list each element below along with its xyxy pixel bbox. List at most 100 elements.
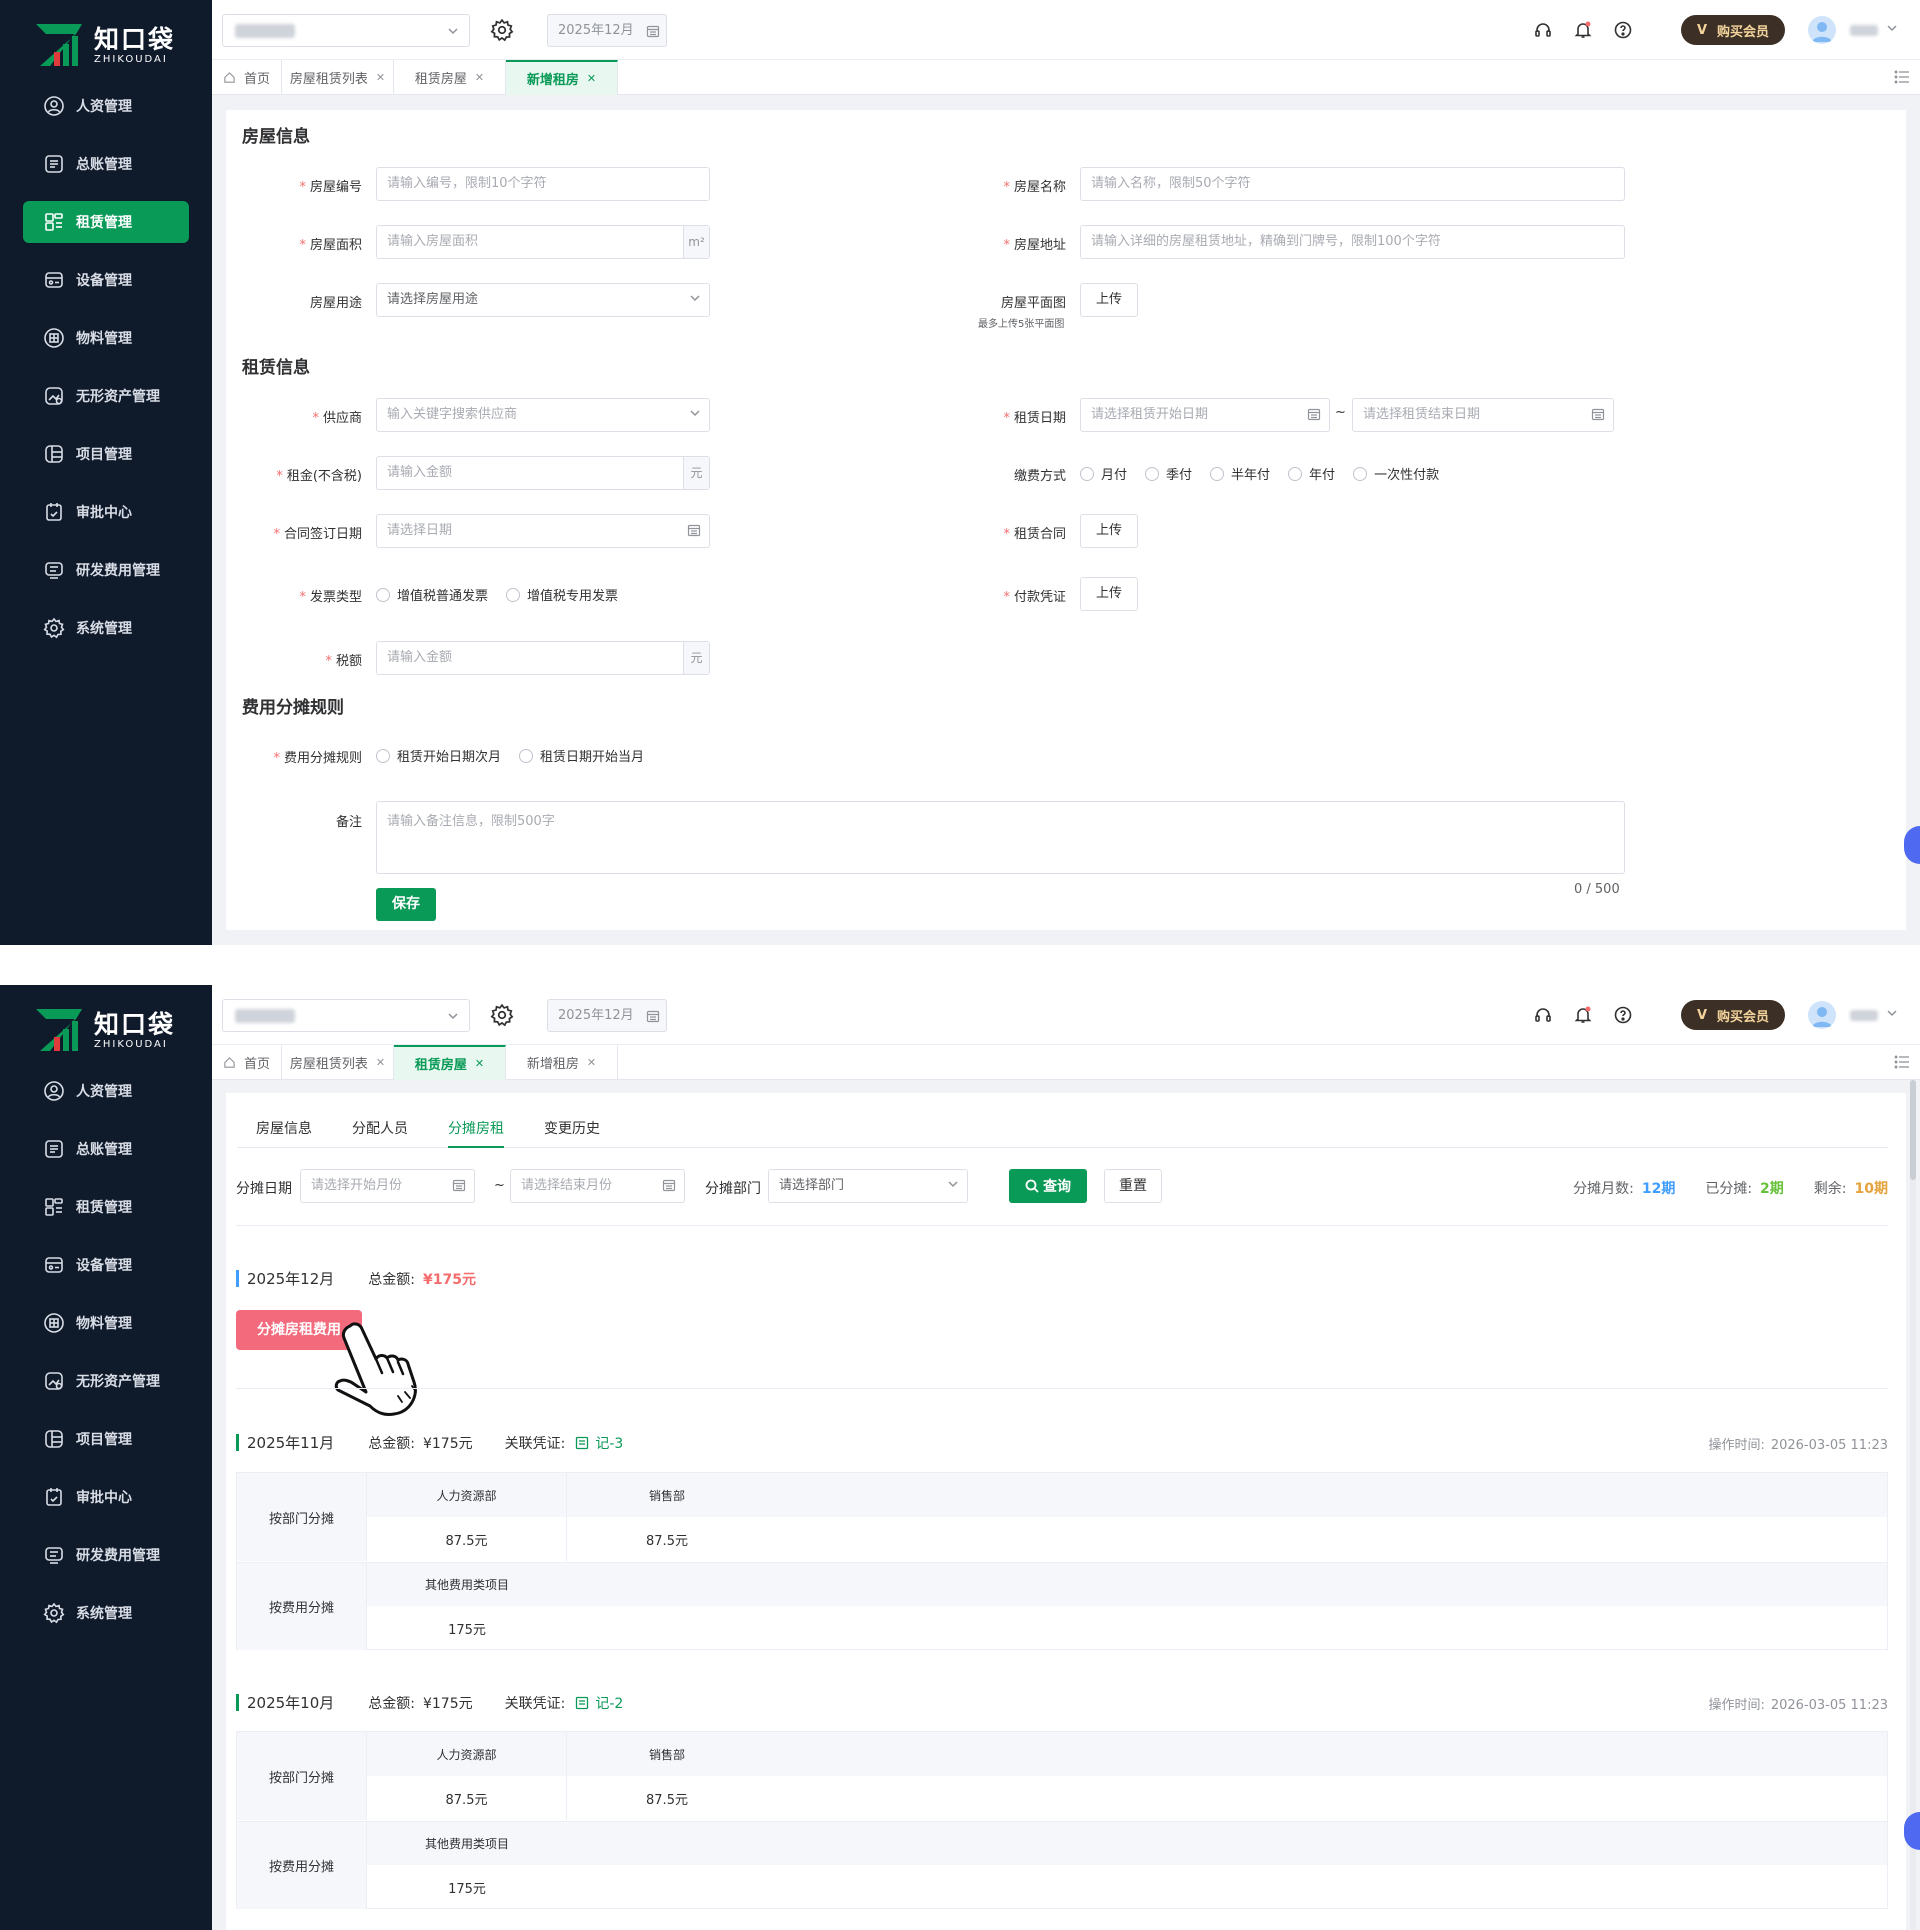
user-name-blurred[interactable]	[1850, 1010, 1878, 1021]
save-button[interactable]: 保存	[376, 888, 436, 921]
radio-special-invoice[interactable]: 增值税专用发票	[506, 585, 618, 604]
house-no-input[interactable]: 请输入编号，限制10个字符	[376, 167, 710, 201]
subtab-assign-staff[interactable]: 分配人员	[352, 1110, 408, 1148]
close-icon[interactable]: ✕	[376, 1056, 385, 1069]
radio-one-time[interactable]: 一次性付款	[1353, 464, 1439, 483]
list-menu-icon[interactable]	[1894, 1055, 1910, 1069]
radio-monthly[interactable]: 月付	[1080, 464, 1127, 483]
chevron-down-icon[interactable]	[1886, 22, 1898, 34]
tab-rental-house[interactable]: 租赁房屋 ✕	[394, 1045, 506, 1080]
subtab-house-info[interactable]: 房屋信息	[256, 1110, 312, 1148]
sidebar-item-material[interactable]: 物料管理	[23, 1302, 189, 1344]
sidebar-item-hr[interactable]: 人资管理	[23, 85, 189, 127]
house-name-input[interactable]: 请输入名称，限制50个字符	[1080, 167, 1625, 201]
sidebar-item-approval[interactable]: 审批中心	[23, 491, 189, 533]
sidebar-item-project[interactable]: 项目管理	[23, 433, 189, 475]
scrollbar-track[interactable]	[1910, 1080, 1916, 1930]
chat-float-button[interactable]	[1904, 826, 1920, 864]
radio-half-year[interactable]: 半年付	[1210, 464, 1270, 483]
lease-start-date-input[interactable]: 请选择租赁开始日期	[1080, 398, 1330, 432]
reset-button[interactable]: 重置	[1104, 1169, 1162, 1203]
sidebar-item-device[interactable]: 设备管理	[23, 1244, 189, 1286]
sidebar-item-system[interactable]: 系统管理	[23, 607, 189, 649]
sidebar-item-project[interactable]: 项目管理	[23, 1418, 189, 1460]
pay-voucher-upload-button[interactable]: 上传	[1080, 577, 1138, 611]
sidebar-item-rd[interactable]: 研发费用管理	[23, 1534, 189, 1576]
close-icon[interactable]: ✕	[587, 1056, 596, 1069]
sidebar-item-system[interactable]: 系统管理	[23, 1592, 189, 1634]
supplier-select[interactable]: 输入关键字搜索供应商	[376, 398, 710, 432]
settings-gear-icon[interactable]	[490, 18, 514, 42]
alloc-dept-select[interactable]: 请选择部门	[768, 1169, 968, 1203]
top-icons	[1531, 1003, 1635, 1027]
sidebar-item-hr[interactable]: 人资管理	[23, 1070, 189, 1112]
bell-icon[interactable]	[1571, 18, 1595, 42]
table-row: 其他费用类项目	[367, 1562, 1887, 1606]
tab-rental-list[interactable]: 房屋租赁列表 ✕	[282, 1045, 394, 1080]
sidebar-item-ledger[interactable]: 总账管理	[23, 1128, 189, 1170]
help-icon[interactable]	[1611, 1003, 1635, 1027]
sidebar-item-approval[interactable]: 审批中心	[23, 1476, 189, 1518]
user-name-blurred[interactable]	[1850, 25, 1878, 36]
scrollbar-thumb[interactable]	[1910, 1080, 1916, 1180]
remark-textarea[interactable]: 请输入备注信息，限制500字	[376, 801, 1625, 874]
close-icon[interactable]: ✕	[475, 71, 484, 84]
close-icon[interactable]: ✕	[587, 72, 596, 85]
subtab-change-history[interactable]: 变更历史	[544, 1110, 600, 1148]
sidebar-item-device[interactable]: 设备管理	[23, 259, 189, 301]
logo: 知口袋 ZHIKOUDAI	[36, 1005, 175, 1055]
placeholder: 请输入编号，限制10个字符	[387, 176, 547, 191]
alloc-start-month-input[interactable]: 请选择开始月份	[300, 1169, 475, 1203]
tax-label: * 税额	[325, 654, 362, 669]
sidebar-item-intangible[interactable]: 无形资产管理	[23, 1360, 189, 1402]
sidebar-item-material[interactable]: 物料管理	[23, 317, 189, 359]
sidebar-item-lease[interactable]: 租赁管理	[23, 201, 189, 243]
sidebar-item-ledger[interactable]: 总账管理	[23, 143, 189, 185]
close-icon[interactable]: ✕	[376, 71, 385, 84]
tab-home[interactable]: 首页	[212, 60, 282, 95]
headset-icon[interactable]	[1531, 18, 1555, 42]
alloc-end-month-input[interactable]: 请选择结束月份	[510, 1169, 685, 1203]
house-address-input[interactable]: 请输入详细的房屋租赁地址，精确到门牌号，限制100个字符	[1080, 225, 1625, 259]
sidebar-item-intangible[interactable]: 无形资产管理	[23, 375, 189, 417]
radio-current-month[interactable]: 租赁日期开始当月	[519, 746, 644, 765]
tab-rental-house[interactable]: 租赁房屋 ✕	[394, 60, 506, 95]
query-button[interactable]: 查询	[1009, 1169, 1087, 1203]
tab-add-rental[interactable]: 新增租房 ✕	[506, 1045, 618, 1080]
sign-date-input[interactable]: 请选择日期	[376, 514, 710, 548]
tab-home[interactable]: 首页	[212, 1045, 282, 1080]
avatar[interactable]	[1808, 16, 1836, 44]
lease-end-date-input[interactable]: 请选择租赁结束日期	[1352, 398, 1614, 432]
help-icon[interactable]	[1611, 18, 1635, 42]
settings-gear-icon[interactable]	[490, 1003, 514, 1027]
tab-add-rental[interactable]: 新增租房 ✕	[506, 60, 618, 95]
floor-plan-upload-button[interactable]: 上传	[1080, 283, 1138, 317]
buy-vip-button[interactable]: V 购买会员	[1681, 1000, 1785, 1030]
tab-rental-list[interactable]: 房屋租赁列表 ✕	[282, 60, 394, 95]
voucher-link[interactable]: 关联凭证: 记-2	[505, 1693, 624, 1713]
radio-quarterly[interactable]: 季付	[1145, 464, 1192, 483]
list-menu-icon[interactable]	[1894, 70, 1910, 84]
rent-input[interactable]: 请输入金额 元	[376, 456, 710, 490]
close-icon[interactable]: ✕	[475, 1057, 484, 1070]
period-picker[interactable]: 2025年12月	[547, 14, 667, 47]
house-area-input[interactable]: 请输入房屋面积 m²	[376, 225, 710, 259]
tax-input[interactable]: 请输入金额 元	[376, 641, 710, 675]
buy-vip-button[interactable]: V 购买会员	[1681, 15, 1785, 45]
voucher-link[interactable]: 关联凭证: 记-3	[505, 1433, 624, 1453]
headset-icon[interactable]	[1531, 1003, 1555, 1027]
contract-upload-button[interactable]: 上传	[1080, 514, 1138, 548]
house-use-select[interactable]: 请选择房屋用途	[376, 283, 710, 317]
avatar[interactable]	[1808, 1001, 1836, 1029]
bell-icon[interactable]	[1571, 1003, 1595, 1027]
company-select[interactable]	[222, 999, 470, 1032]
period-picker[interactable]: 2025年12月	[547, 999, 667, 1032]
sidebar-item-rd[interactable]: 研发费用管理	[23, 549, 189, 591]
company-select[interactable]	[222, 14, 470, 47]
radio-next-month[interactable]: 租赁开始日期次月	[376, 746, 501, 765]
radio-yearly[interactable]: 年付	[1288, 464, 1335, 483]
radio-normal-invoice[interactable]: 增值税普通发票	[376, 585, 488, 604]
sidebar-item-lease[interactable]: 租赁管理	[23, 1186, 189, 1228]
subtab-allocate-rent[interactable]: 分摊房租	[448, 1110, 504, 1148]
chevron-down-icon[interactable]	[1886, 1007, 1898, 1019]
